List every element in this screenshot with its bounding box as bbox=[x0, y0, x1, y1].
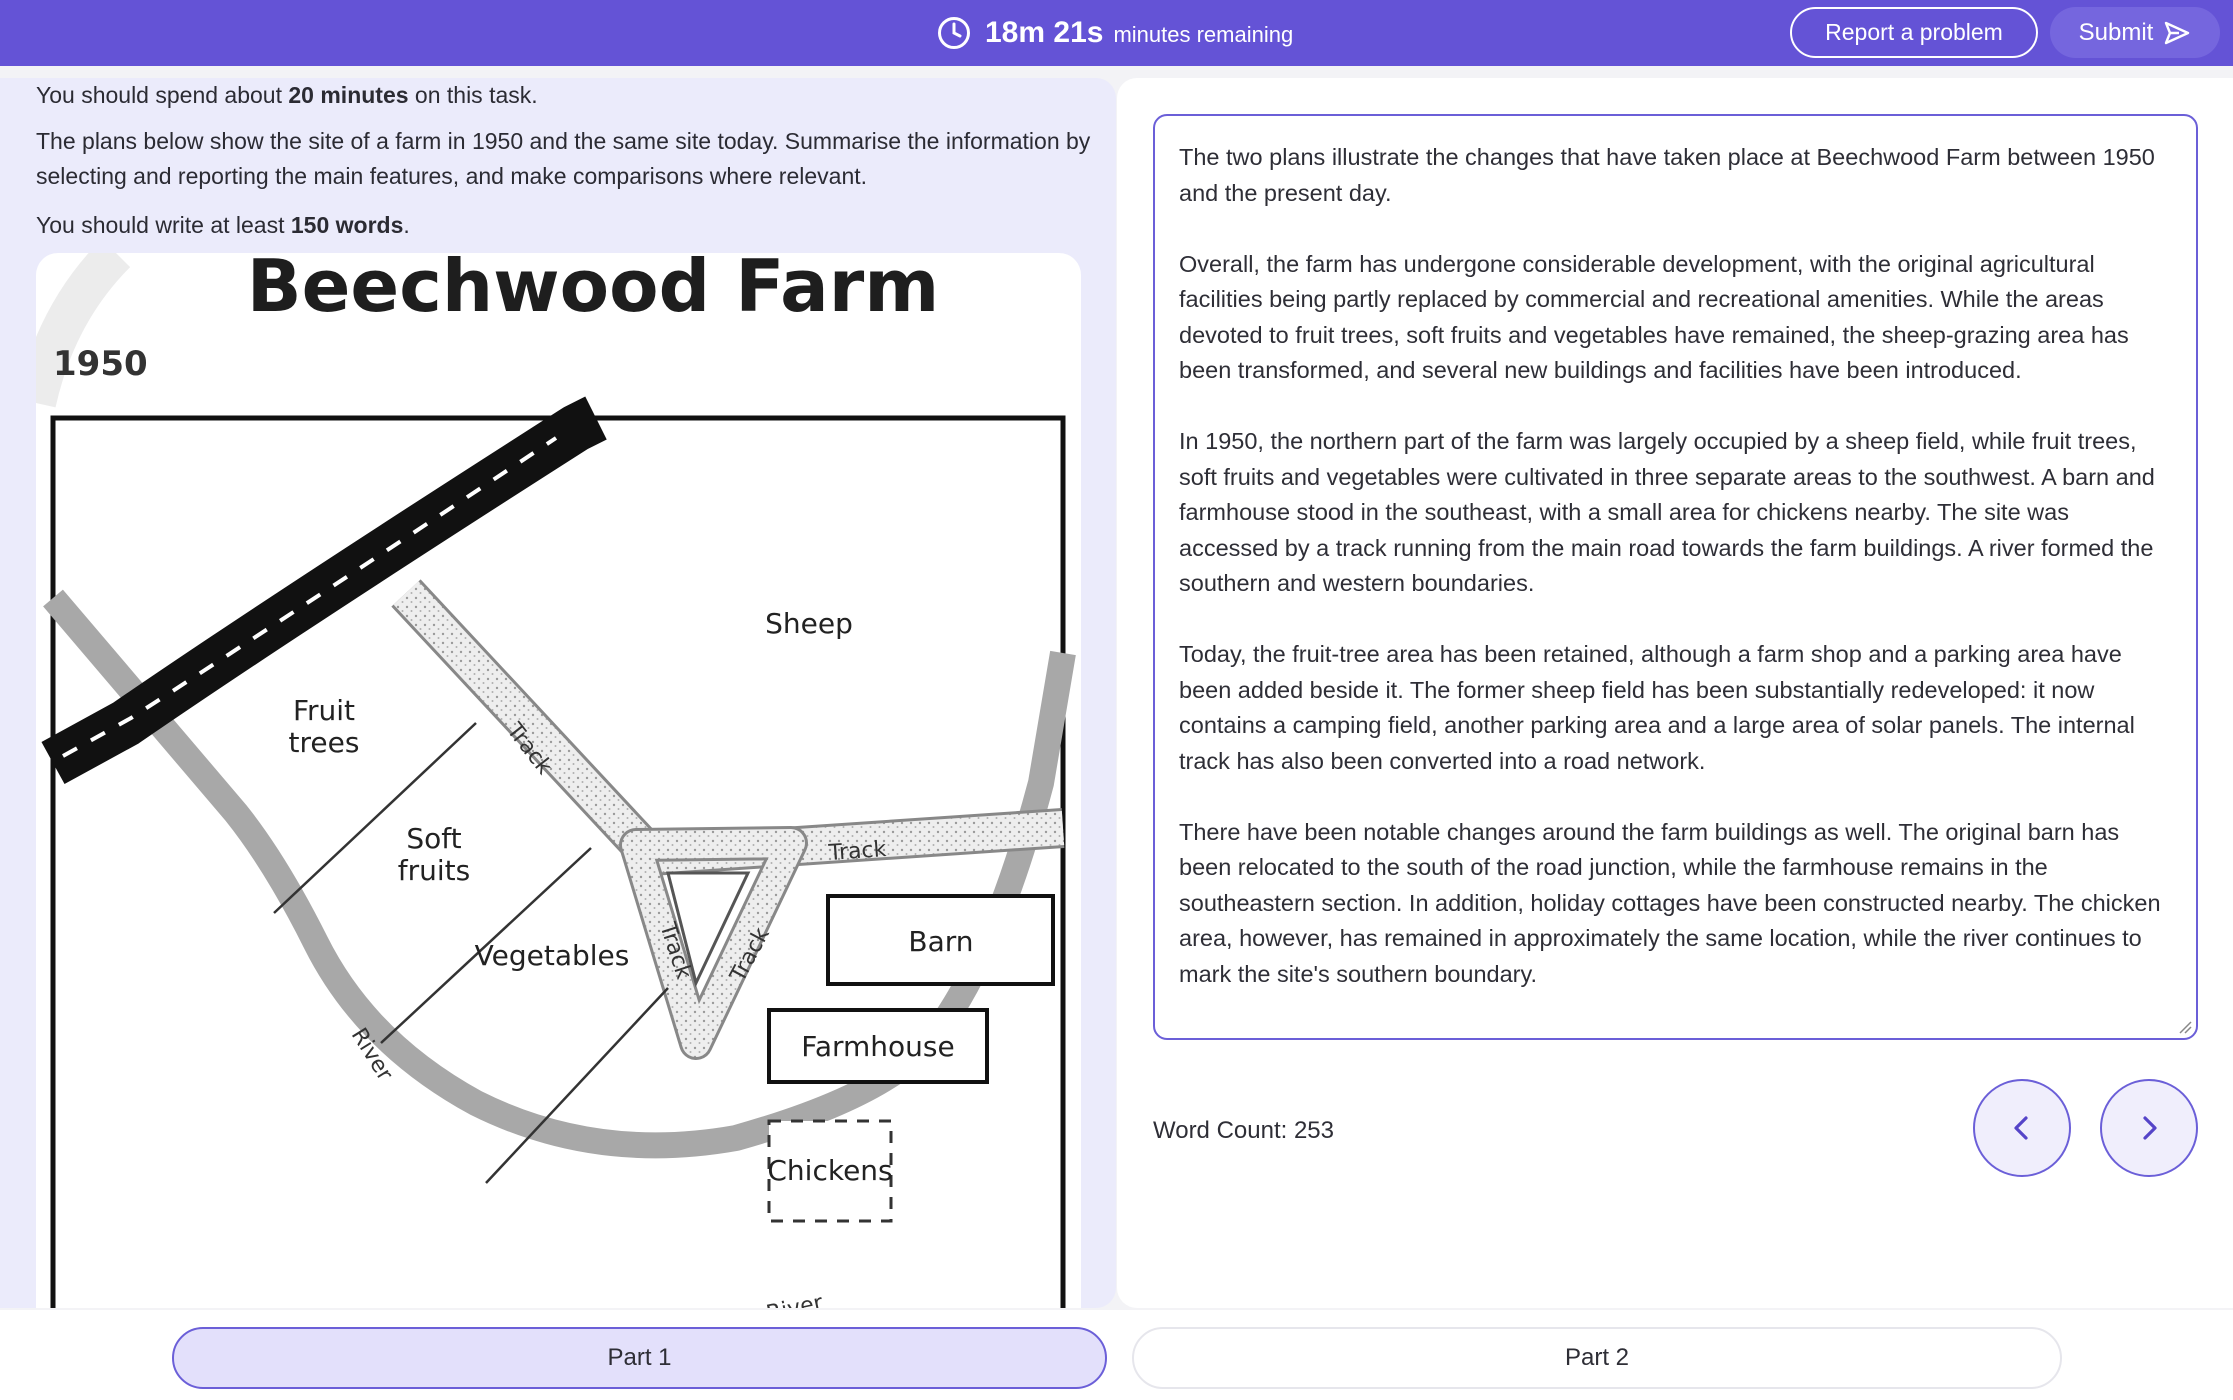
label-farmhouse: Farmhouse bbox=[801, 1030, 954, 1063]
submit-button[interactable]: Submit bbox=[2050, 7, 2220, 58]
label-soft-fruits-1: Soft bbox=[406, 822, 461, 855]
timer-suffix: minutes remaining bbox=[1113, 22, 1294, 47]
farm-map: Beechwood Farm 1950 Sheep Fruit trees So… bbox=[36, 253, 1076, 1308]
send-icon bbox=[2165, 21, 2190, 44]
label-fruit-trees-1: Fruit bbox=[293, 694, 355, 727]
resize-handle-icon[interactable] bbox=[2178, 1020, 2192, 1034]
time-instruction: You should spend about 20 minutes on thi… bbox=[36, 78, 538, 113]
part-navigation: Part 1 Part 2 bbox=[0, 1310, 2233, 1400]
timer-value: 18m 21s bbox=[985, 16, 1104, 49]
map-title: Beechwood Farm bbox=[247, 253, 940, 328]
chevron-left-icon bbox=[2014, 1116, 2028, 1140]
clock-icon bbox=[938, 17, 970, 49]
label-soft-fruits-2: fruits bbox=[398, 854, 470, 887]
words-strong: 150 words bbox=[290, 212, 404, 238]
top-bar: 18m 21s minutes remaining Report a probl… bbox=[0, 0, 2233, 66]
timer: 18m 21s minutes remaining bbox=[937, 0, 1293, 66]
time-strong: 20 minutes bbox=[288, 82, 409, 108]
essay-paragraph: In 1950, the northern part of the farm w… bbox=[1179, 428, 2155, 596]
essay-paragraph: Overall, the farm has undergone consider… bbox=[1179, 250, 2129, 384]
label-track-b: Track bbox=[827, 837, 887, 866]
words-prefix: You should write at least bbox=[36, 212, 291, 238]
words-suffix: . bbox=[403, 212, 410, 238]
label-barn: Barn bbox=[908, 925, 973, 958]
word-count: Word Count: 253 bbox=[1153, 1117, 1334, 1144]
essay-textarea[interactable]: The two plans illustrate the changes tha… bbox=[1153, 114, 2198, 1040]
essay-paragraph: The two plans illustrate the changes tha… bbox=[1179, 144, 2155, 206]
task-panel: You should spend about 20 minutes on thi… bbox=[0, 78, 1116, 1308]
label-fruit-trees-2: trees bbox=[289, 726, 360, 759]
word-instruction: You should write at least 150 words. bbox=[36, 208, 410, 243]
next-button[interactable] bbox=[2100, 1079, 2198, 1177]
previous-button[interactable] bbox=[1973, 1079, 2071, 1177]
report-problem-button[interactable]: Report a problem bbox=[1790, 7, 2038, 58]
label-vegetables: Vegetables bbox=[475, 939, 630, 972]
task-prompt: The plans below show the site of a farm … bbox=[36, 128, 1091, 189]
label-sheep: Sheep bbox=[765, 607, 853, 640]
farm-map-image: Beechwood Farm 1950 Sheep Fruit trees So… bbox=[36, 253, 1081, 1308]
farm-boundary bbox=[50, 415, 1066, 1308]
essay-paragraph: There have been notable changes around t… bbox=[1179, 818, 2161, 987]
chevron-right-icon bbox=[2143, 1116, 2157, 1140]
label-chickens: Chickens bbox=[767, 1154, 892, 1187]
tab-part-1[interactable]: Part 1 bbox=[172, 1327, 1107, 1389]
essay-paragraph: Today, the fruit-tree area has been reta… bbox=[1179, 641, 2135, 774]
answer-panel: The two plans illustrate the changes tha… bbox=[1117, 78, 2233, 1308]
submit-label: Submit bbox=[2078, 18, 2154, 46]
time-suffix: on this task. bbox=[408, 82, 538, 108]
map-year: 1950 bbox=[53, 344, 148, 384]
tab-part-2[interactable]: Part 2 bbox=[1132, 1327, 2062, 1389]
time-prefix: You should spend about bbox=[36, 82, 289, 108]
